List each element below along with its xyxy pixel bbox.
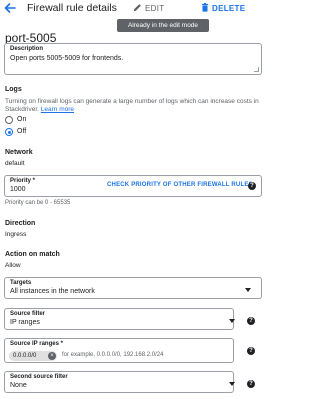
description-field[interactable]: Description Open ports 5005-5009 for fro…: [4, 43, 262, 75]
second-source-filter-value: None: [10, 382, 27, 389]
resize-handle-icon[interactable]: [254, 67, 259, 72]
trash-icon: [201, 0, 209, 17]
logs-description-text: Stackdriver.: [5, 106, 39, 113]
dropdown-caret-icon: [245, 288, 251, 292]
description-value: Open ports 5005-5009 for frontends.: [10, 55, 124, 62]
logs-description-line2: Stackdriver. Learn more: [5, 106, 74, 113]
delete-button-label: DELETE: [212, 3, 246, 13]
direction-value: Ingress: [5, 231, 27, 238]
source-ip-ranges-label: Source IP ranges *: [10, 341, 63, 347]
check-priority-link[interactable]: CHECK PRIORITY OF OTHER FIREWALL RULES: [107, 182, 253, 188]
delete-button[interactable]: DELETE: [201, 2, 245, 14]
logs-on-radio[interactable]: [5, 116, 13, 124]
remove-chip-icon[interactable]: ×: [48, 352, 56, 360]
network-heading: Network: [5, 149, 33, 156]
learn-more-link[interactable]: Learn more: [41, 106, 74, 113]
network-value: default: [5, 160, 25, 167]
priority-label: Priority *: [10, 178, 36, 184]
logs-on-label: On: [17, 116, 27, 123]
direction-heading: Direction: [5, 220, 36, 227]
ip-range-chip-text: 0.0.0.0/0: [13, 353, 37, 359]
help-icon[interactable]: ?: [248, 182, 256, 190]
action-value: Allow: [5, 262, 21, 269]
priority-hint: Priority can be 0 - 65535: [5, 200, 71, 206]
second-source-filter-label: Second source filter: [10, 374, 68, 380]
source-filter-label: Source filter: [10, 311, 46, 317]
targets-value: All instances in the network: [10, 288, 95, 295]
priority-value: 1000: [10, 186, 26, 193]
description-label: Description: [10, 46, 44, 52]
second-source-filter-select[interactable]: Second source filter None: [4, 371, 235, 393]
help-icon[interactable]: ?: [247, 380, 255, 388]
dropdown-caret-icon: [229, 319, 235, 323]
page-title: Firewall rule details: [27, 2, 117, 14]
logs-off-radio[interactable]: [5, 128, 13, 136]
source-ip-placeholder: for example, 0.0.0.0/0, 192.168.2.0/24: [62, 352, 164, 358]
logs-heading: Logs: [5, 86, 22, 93]
targets-label: Targets: [10, 280, 32, 286]
targets-select[interactable]: Targets All instances in the network: [4, 277, 262, 299]
help-icon[interactable]: ?: [247, 317, 255, 325]
logs-off-label: Off: [17, 128, 27, 135]
ip-range-chip: 0.0.0.0/0 ×: [9, 351, 57, 361]
pencil-icon: [133, 0, 142, 17]
dropdown-caret-icon: [229, 382, 235, 386]
edit-mode-tooltip: Already in the edit mode: [117, 19, 209, 32]
source-ip-ranges-field[interactable]: Source IP ranges * 0.0.0.0/0 × for examp…: [4, 338, 234, 363]
priority-field[interactable]: Priority * 1000 CHECK PRIORITY OF OTHER …: [4, 175, 262, 197]
edit-button-label: EDIT: [145, 3, 165, 13]
logs-description-line1: Turning on firewall logs can generate a …: [5, 98, 259, 105]
source-filter-select[interactable]: Source filter IP ranges: [4, 308, 235, 330]
source-filter-value: IP ranges: [10, 319, 40, 326]
back-arrow-icon[interactable]: [2, 0, 18, 16]
edit-button[interactable]: EDIT: [133, 2, 164, 14]
action-heading: Action on match: [5, 251, 60, 258]
help-icon[interactable]: ?: [247, 347, 255, 355]
